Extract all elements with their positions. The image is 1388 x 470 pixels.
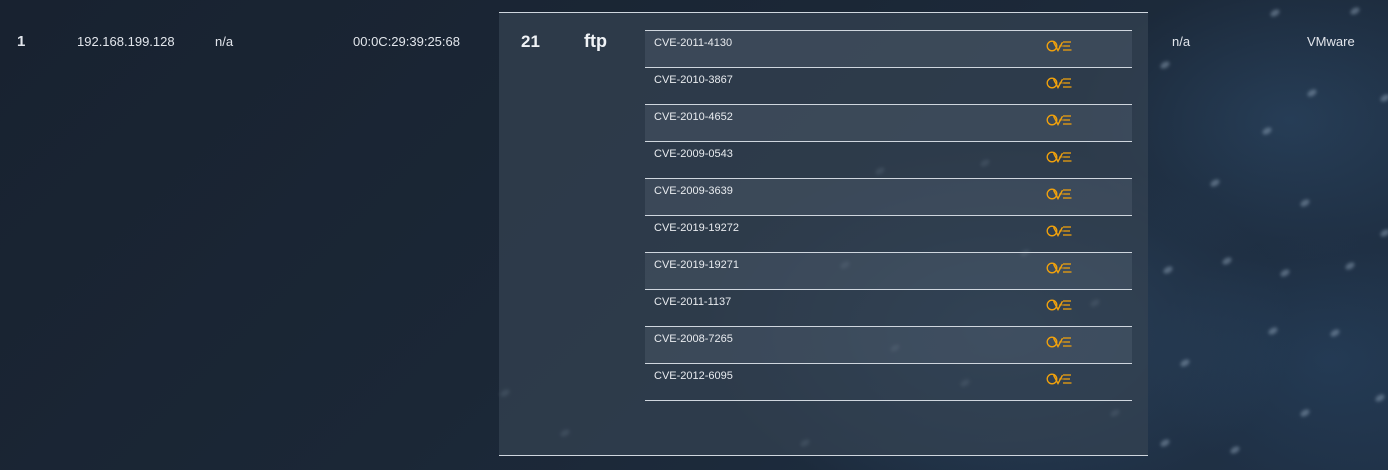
host-index: 1: [17, 33, 26, 50]
cve-logo-icon[interactable]: [1046, 150, 1074, 164]
cve-row[interactable]: CVE-2010-3867: [645, 68, 1132, 105]
bokeh-dot: [1179, 357, 1191, 369]
bokeh-dot: [1299, 197, 1311, 209]
cve-row[interactable]: CVE-2012-6095: [645, 364, 1132, 401]
bokeh-dot: [1374, 392, 1386, 404]
cve-row[interactable]: CVE-2009-0543: [645, 142, 1132, 179]
cve-id[interactable]: CVE-2019-19271: [654, 259, 739, 271]
bokeh-dot: [1221, 255, 1233, 267]
cve-id[interactable]: CVE-2009-3639: [654, 185, 733, 197]
cve-row[interactable]: CVE-2019-19271: [645, 253, 1132, 290]
cve-id[interactable]: CVE-2010-4652: [654, 111, 733, 123]
bokeh-dot: [1267, 325, 1279, 337]
cve-row[interactable]: CVE-2008-7265: [645, 327, 1132, 364]
bokeh-dot: [1269, 7, 1281, 19]
host-mac: 00:0C:29:39:25:68: [353, 34, 460, 49]
bokeh-dot: [1159, 437, 1171, 449]
host-ip[interactable]: 192.168.199.128: [77, 34, 175, 49]
bokeh-dot: [1209, 177, 1221, 189]
cve-logo-icon[interactable]: [1046, 224, 1074, 238]
port-number: 21: [521, 32, 540, 51]
host-hostname: n/a: [215, 34, 234, 49]
host-os: n/a: [1172, 34, 1191, 49]
cve-logo-icon[interactable]: [1046, 76, 1074, 90]
cve-logo-icon[interactable]: [1046, 113, 1074, 127]
cve-logo-icon[interactable]: [1046, 298, 1074, 312]
cve-id[interactable]: CVE-2019-19272: [654, 222, 739, 234]
cve-id[interactable]: CVE-2012-6095: [654, 370, 733, 382]
cve-row[interactable]: CVE-2009-3639: [645, 179, 1132, 216]
cve-row[interactable]: CVE-2010-4652: [645, 105, 1132, 142]
bokeh-dot: [1379, 227, 1388, 239]
cve-id[interactable]: CVE-2011-4130: [654, 37, 732, 49]
cve-logo-icon[interactable]: [1046, 261, 1074, 275]
cve-id[interactable]: CVE-2010-3867: [654, 74, 733, 86]
cve-row[interactable]: CVE-2011-1137: [645, 290, 1132, 327]
bokeh-dot: [1329, 327, 1341, 339]
bokeh-dot: [1159, 59, 1171, 71]
cve-id[interactable]: CVE-2009-0543: [654, 148, 733, 160]
bokeh-dot: [1162, 264, 1174, 276]
bokeh-dot: [1299, 407, 1311, 419]
bokeh-dot: [1379, 92, 1388, 104]
bokeh-dot: [1229, 444, 1241, 456]
cve-table: CVE-2011-4130 CVE-2010-3867 CVE-2010-4652 C…: [645, 30, 1132, 401]
cve-row[interactable]: CVE-2019-19272: [645, 216, 1132, 253]
cve-logo-icon[interactable]: [1046, 187, 1074, 201]
cve-id[interactable]: CVE-2011-1137: [654, 296, 731, 308]
cve-logo-icon[interactable]: [1046, 372, 1074, 386]
cve-id[interactable]: CVE-2008-7265: [654, 333, 733, 345]
bokeh-dot: [1279, 267, 1291, 279]
bokeh-dot: [1306, 87, 1318, 99]
bokeh-dot: [1344, 260, 1356, 272]
cve-row[interactable]: CVE-2011-4130: [645, 31, 1132, 68]
port-service: ftp: [584, 31, 607, 51]
cve-logo-icon[interactable]: [1046, 335, 1074, 349]
bokeh-dot: [1261, 125, 1273, 137]
cve-logo-icon[interactable]: [1046, 39, 1074, 53]
host-vendor: VMware: [1307, 34, 1355, 49]
bokeh-dot: [1349, 5, 1361, 17]
port-panel: 21 ftp CVE-2011-4130 CVE-2010-3867 CVE-201…: [499, 12, 1148, 456]
